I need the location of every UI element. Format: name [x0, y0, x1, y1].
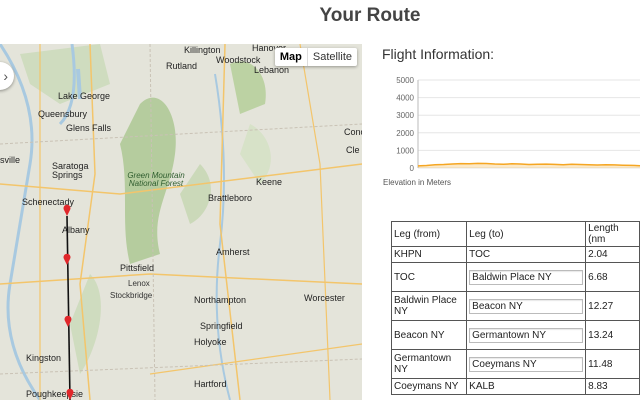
leg-to-cell: TOC — [466, 246, 587, 263]
table-row: TOC Baldwin Place NY 6.68 — [390, 262, 640, 292]
table-row: KHPN TOC 2.04 — [390, 246, 640, 263]
legs-table: Leg (from) Leg (to) Length (nm KHPN TOC … — [390, 221, 640, 395]
leg-length-cell: 13.24 — [585, 320, 640, 350]
legs-table-header: Leg (from) Leg (to) Length (nm — [390, 221, 640, 247]
header-leg-from: Leg (from) — [390, 221, 468, 247]
route-marker-icon — [64, 315, 72, 327]
table-row: Beacon NY Germantown NY 13.24 — [390, 320, 640, 350]
y-tick-label: 0 — [410, 164, 415, 173]
leg-from-cell: Coeymans NY — [390, 378, 468, 395]
y-tick-label: 1000 — [396, 146, 414, 155]
leg-to-input[interactable]: Coeymans NY — [469, 356, 584, 372]
route-marker-icon — [66, 388, 74, 400]
leg-from-cell: Beacon NY — [390, 320, 468, 350]
table-row: Coeymans NY KALB 8.83 — [390, 378, 640, 395]
y-tick-label: 4000 — [396, 94, 414, 103]
table-row: Baldwin Place NY Beacon NY 12.27 — [390, 291, 640, 321]
header-length: Length (nm — [585, 221, 640, 247]
header-leg-to: Leg (to) — [466, 221, 587, 247]
leg-length-cell: 11.48 — [585, 349, 640, 379]
leg-to-input[interactable]: Germantown NY — [469, 327, 584, 343]
table-row: Germantown NY Coeymans NY 11.48 — [390, 349, 640, 379]
leg-length-cell: 6.68 — [585, 262, 640, 292]
chevron-right-icon: › — [3, 68, 8, 84]
y-tick-label: 5000 — [396, 76, 414, 85]
leg-length-cell: 2.04 — [585, 246, 640, 263]
route-overlay — [63, 204, 74, 400]
page-title: Your Route — [319, 5, 421, 26]
route-marker-icon — [63, 204, 71, 216]
leg-length-cell: 8.83 — [585, 378, 640, 395]
map-type-satellite-button[interactable]: Satellite — [308, 48, 357, 66]
y-tick-label: 3000 — [396, 111, 414, 120]
map-type-control: Map Satellite — [274, 48, 357, 66]
leg-to-cell: KALB — [466, 378, 587, 395]
leg-from-cell: Germantown NY — [390, 349, 468, 379]
flight-info-heading: Flight Information: — [382, 46, 495, 62]
leg-to-input[interactable]: Baldwin Place NY — [469, 269, 584, 285]
leg-length-cell: 12.27 — [585, 291, 640, 321]
leg-from-cell: Baldwin Place NY — [390, 291, 468, 321]
y-tick-label: 2000 — [396, 129, 414, 138]
elevation-chart: 0 1000 2000 3000 4000 5000 — [396, 76, 640, 173]
map-nav-button[interactable]: › — [0, 62, 14, 90]
elevation-axis-label: Elevation in Meters — [383, 178, 452, 187]
leg-from-cell: KHPN — [390, 246, 468, 263]
map-type-map-button[interactable]: Map — [275, 48, 307, 66]
leg-to-input[interactable]: Beacon NY — [469, 298, 584, 314]
route-map[interactable]: Killington Hanover Rutland Woodstock Leb… — [0, 44, 362, 400]
leg-from-cell: TOC — [390, 262, 468, 292]
route-marker-icon — [63, 253, 71, 265]
